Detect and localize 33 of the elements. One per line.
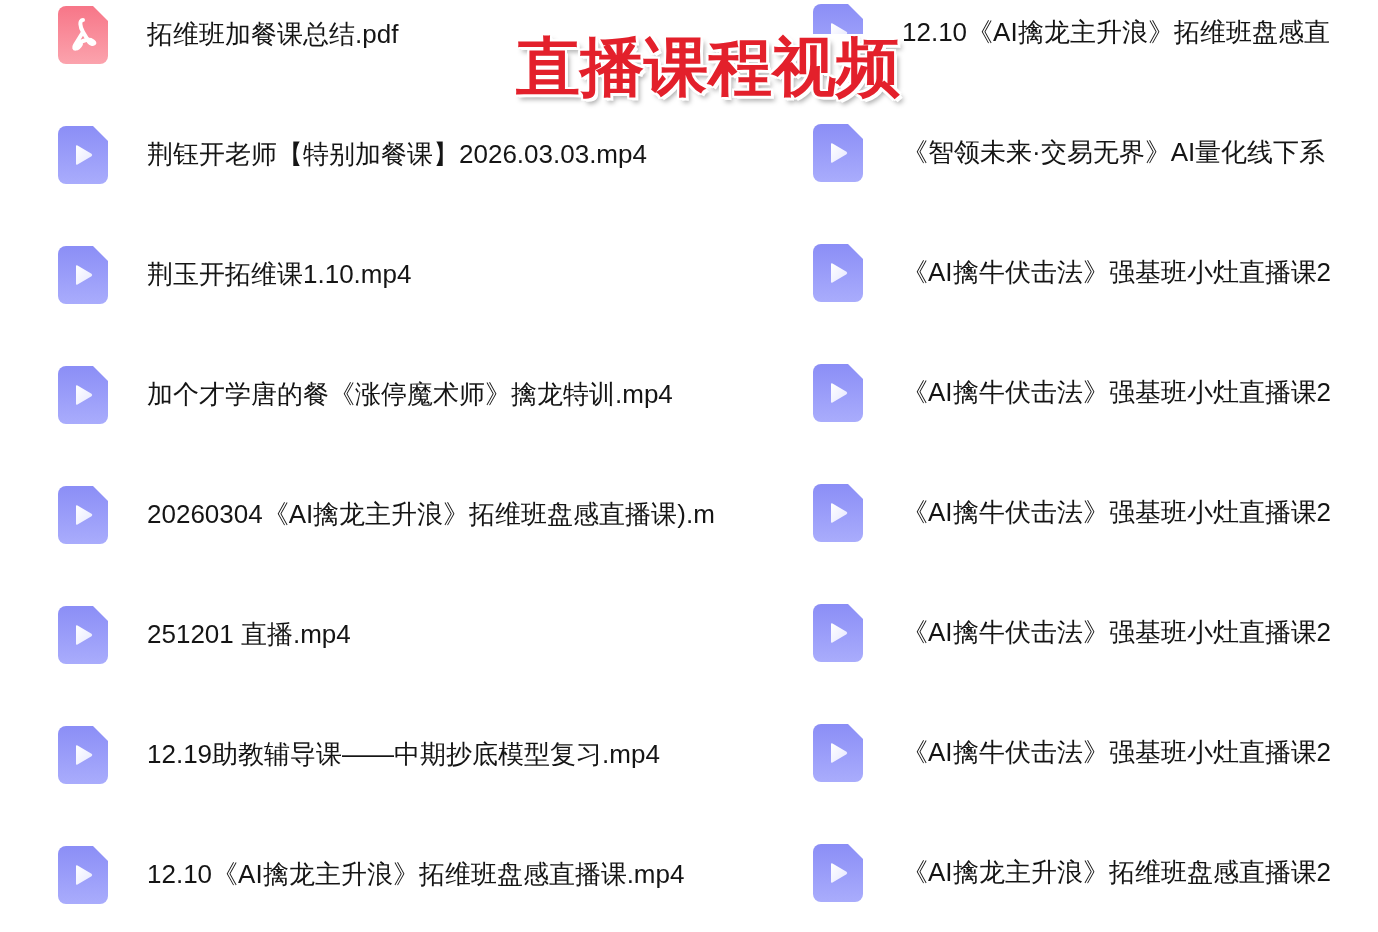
video-file-icon <box>813 724 863 782</box>
file-name: 《AI擒牛伏击法》强基班小灶直播课2 <box>902 737 1332 769</box>
file-name: 《AI擒牛伏击法》强基班小灶直播课2 <box>902 497 1332 529</box>
video-file-icon <box>813 124 863 182</box>
file-name: 加个才学唐的餐《涨停魔术师》擒龙特训.mp4 <box>147 379 673 411</box>
file-name: 251201 直播.mp4 <box>147 619 351 651</box>
file-name: 《AI擒牛伏击法》强基班小灶直播课2 <box>902 257 1332 289</box>
video-file-icon <box>58 846 108 904</box>
file-name: 荆玉开拓维课1.10.mp4 <box>147 259 412 291</box>
file-name: 《AI擒牛伏击法》强基班小灶直播课2 <box>902 377 1332 409</box>
video-file-icon <box>58 246 108 304</box>
file-name: 12.10《AI擒龙主升浪》拓维班盘感直 <box>902 17 1330 49</box>
pdf-file-icon <box>58 6 108 64</box>
file-name: 20260304《AI擒龙主升浪》拓维班盘感直播课).m <box>147 499 715 531</box>
video-file-icon <box>58 606 108 664</box>
video-file-icon <box>813 244 863 302</box>
video-file-icon <box>813 364 863 422</box>
overlay-title: 直播课程视频 <box>516 35 900 99</box>
file-name: 《智领未来·交易无界》AI量化线下系 <box>902 137 1326 169</box>
file-name: 拓维班加餐课总结.pdf <box>147 19 399 51</box>
video-file-icon <box>58 126 108 184</box>
file-name: 《AI擒龙主升浪》拓维班盘感直播课2 <box>902 857 1332 889</box>
video-file-icon <box>813 844 863 902</box>
video-file-icon <box>58 486 108 544</box>
video-file-icon <box>58 366 108 424</box>
video-file-icon <box>58 726 108 784</box>
video-file-icon <box>813 604 863 662</box>
video-file-icon <box>813 484 863 542</box>
file-name: 《AI擒牛伏击法》强基班小灶直播课2 <box>902 617 1332 649</box>
video-file-icon <box>813 4 863 34</box>
file-name: 12.19助教辅导课——中期抄底模型复习.mp4 <box>147 739 660 771</box>
file-name: 荆钰开老师【特别加餐课】2026.03.03.mp4 <box>147 139 647 171</box>
file-name: 12.10《AI擒龙主升浪》拓维班盘感直播课.mp4 <box>147 859 685 891</box>
